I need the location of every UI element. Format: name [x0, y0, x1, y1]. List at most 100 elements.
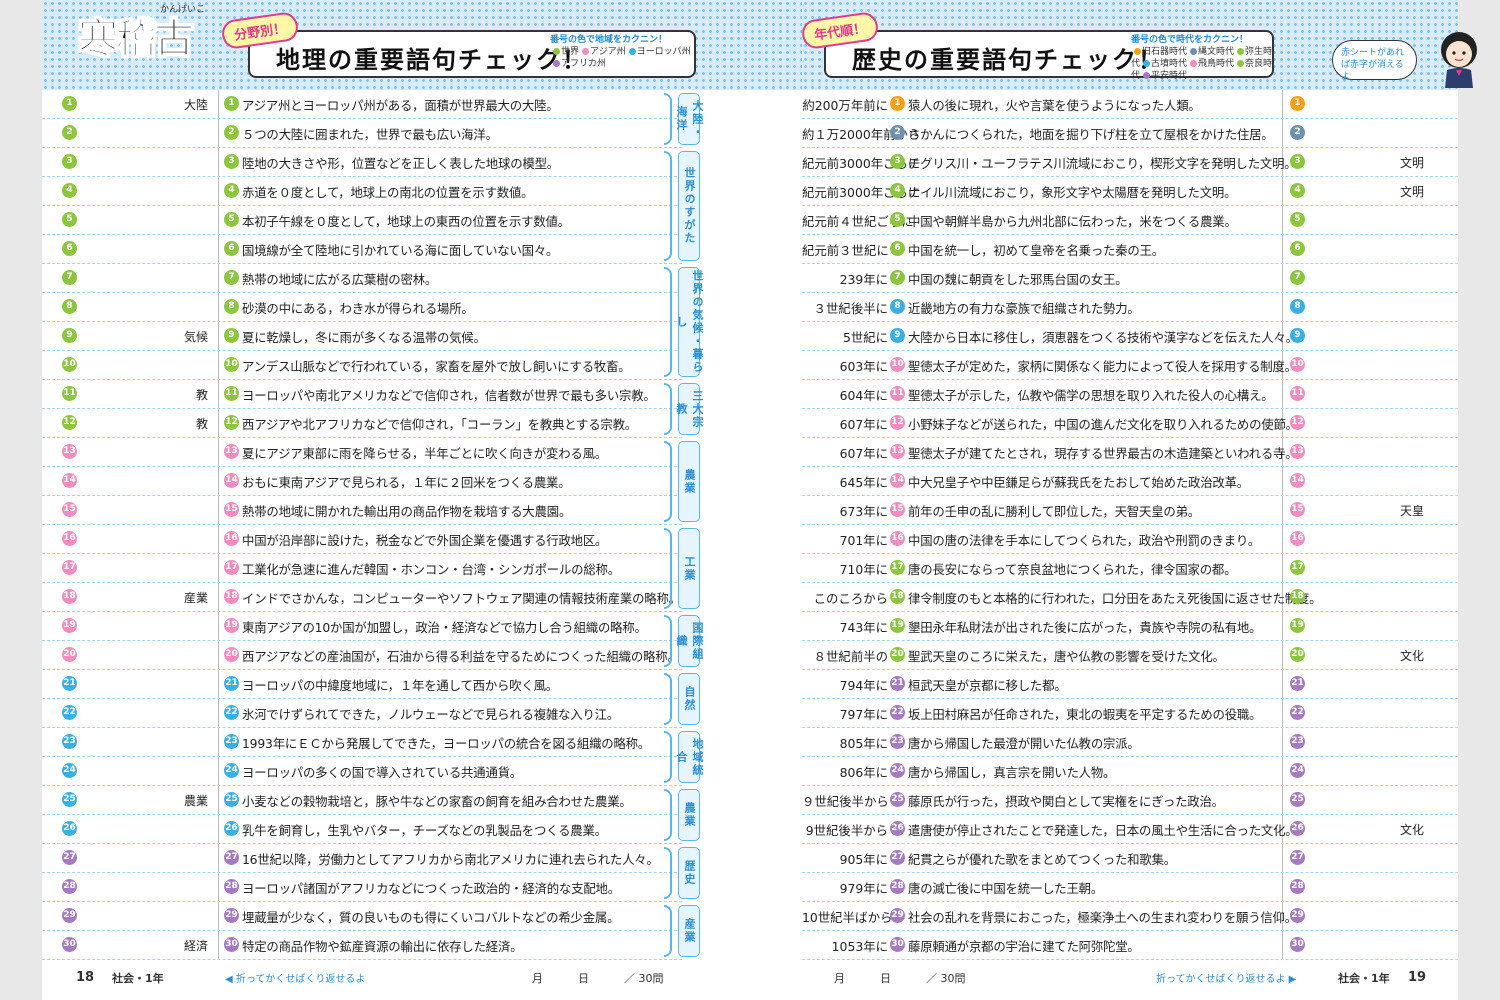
question-text: アジア州とヨーロッパ州がある，面積が世界最大の大陸。 [242, 98, 559, 113]
answer-number-badge: 22 [1290, 705, 1305, 720]
question-text: ５つの大陸に囲まれた，世界で最も広い海洋。 [242, 127, 498, 142]
answer-number-badge: 13 [62, 444, 77, 459]
history-row: 805年に 23 唐から帰国した最澄が開いた仏教の宗派。 23 [802, 728, 1458, 757]
geo-row: 26 26 乳牛を飼育し，生乳やバター，チーズなどの乳製品をつくる農業。 [42, 815, 682, 844]
answer-slot[interactable]: 農業 [138, 792, 208, 809]
question-number-badge: 30 [224, 937, 239, 952]
month-label: 月 [532, 972, 543, 985]
legend-item: 平安時代 [1140, 71, 1187, 81]
answer-number-badge: 27 [1290, 850, 1305, 865]
legend-dot [1143, 72, 1151, 79]
question-text: 本初子午線を０度として，地球上の東西の位置を示す数値。 [242, 214, 570, 229]
answer-slot[interactable]: 教 [138, 415, 208, 432]
hist-title: 歴史の重要語句チェック！ [852, 46, 1164, 74]
question-text: 埋蔵量が少なく，質の良いものも得にくいコバルトなどの希少金属。 [242, 910, 620, 925]
question-number-badge: 2 [224, 125, 239, 140]
answer-slot[interactable]: 文化 [1354, 821, 1424, 838]
geo-row: 8 8 砂漠の中にある，わき水が得られる場所。 [42, 293, 682, 322]
question-number-badge: 16 [890, 531, 905, 546]
answer-slot[interactable]: 文化 [1354, 647, 1424, 664]
legend-item: アジア州 [579, 47, 626, 57]
answer-slot[interactable]: 文明 [1354, 183, 1424, 200]
question-text: 聖徳太子が建てたとされ，現存する世界最古の木造建築といわれる寺。 [908, 446, 1298, 461]
geo-row: 21 21 ヨーロッパの中緯度地域に，１年を通して西から吹く風。 [42, 670, 682, 699]
era-text: 645年に [839, 475, 888, 490]
question-text: アンデス山脈などで行われている，家畜を屋外で放し飼いにする牧畜。 [242, 359, 631, 374]
history-row: 607年に 13 聖徳太子が建てたとされ，現存する世界最古の木造建築といわれる寺。 1… [802, 438, 1458, 467]
geo-row: 2 2 ５つの大陸に囲まれた，世界で最も広い海洋。 [42, 119, 682, 148]
history-row: 10世紀半ばから 29 社会の乱れを背景におこった，極楽浄土への生まれ変わりを願う信… [802, 902, 1458, 931]
answer-number-badge: 7 [1290, 270, 1305, 285]
geo-row: 5 5 本初子午線を０度として，地球上の東西の位置を示す数値。 [42, 206, 682, 235]
answer-slot[interactable]: 経済 [138, 937, 208, 954]
geo-row: 27 27 16世紀以降，労働力としてアフリカから南北アメリカに連れ去られた人々。 [42, 844, 682, 873]
month-label-right: 月 [834, 972, 845, 985]
answer-slot[interactable]: 文明 [1354, 154, 1424, 171]
geo-row: 18 産業 18 インドでさかんな，コンピューターやソフトウェア関連の情報技術産業の略… [42, 583, 682, 612]
answer-number-badge: 9 [1290, 328, 1305, 343]
question-number-badge: 9 [890, 328, 905, 343]
day-label: 日 [578, 972, 589, 985]
category-bracket [664, 383, 672, 435]
answer-number-badge: 10 [62, 357, 77, 372]
answer-slot[interactable]: 気候 [138, 328, 208, 345]
question-number-badge: 17 [890, 560, 905, 575]
answer-number-badge: 6 [1290, 241, 1305, 256]
answer-number-badge: 4 [1290, 183, 1305, 198]
question-number-badge: 23 [224, 734, 239, 749]
era-text: 紀元前３世紀に [802, 243, 889, 258]
question-number-badge: 28 [224, 879, 239, 894]
era-text: 673年に [839, 504, 888, 519]
legend-dot [553, 48, 560, 55]
history-row: 806年に 24 唐から帰国し，真言宗を開いた人物。 24 [802, 757, 1458, 786]
answer-slot[interactable]: 大陸 [138, 96, 208, 113]
history-row: 607年に 12 小野妹子などが送られた，中国の進んだ文化を取り入れるための使節。 1… [802, 409, 1458, 438]
history-row: 645年に 14 中大兄皇子や中臣鎌足らが蘇我氏をたおして始めた政治改革。 14 [802, 467, 1458, 496]
question-number-badge: 21 [224, 676, 239, 691]
answer-slot[interactable]: 天皇 [1354, 502, 1424, 519]
era-text: 806年に [839, 765, 888, 780]
geo-row: 30 経済 30 特定の商品作物や鉱産資源の輸出に依存した経済。 [42, 931, 682, 960]
hist-title-box: 歴史の重要語句チェック！ 番号の色で時代をカクニン！ 旧石器時代 縄文時代 弥生時代… [824, 30, 1274, 81]
legend-dot [1134, 48, 1141, 55]
geo-row: 22 22 氷河でけずられてできた，ノルウェーなどで見られる複雑な入り江。 [42, 699, 682, 728]
workbook-spread: かんげいこ 寒稽古 地理の重要語句チェック！ 番号の色で地域をカクニン！ 世界ア… [42, 0, 1477, 1000]
left-page-number: 18 [76, 970, 95, 985]
geo-row: 19 19 東南アジアの10か国が加盟し，政治・経済などで協力し合う組織の略称。 [42, 612, 682, 641]
question-text: 工業化が急速に進んだ韓国・ホンコン・台湾・シンガポールの総称。 [242, 562, 620, 577]
legend-label: 縄文時代 [1198, 47, 1235, 57]
era-text: 743年に [839, 620, 888, 635]
hist-legend: 番号の色で時代をカクニン！ 旧石器時代 縄文時代 弥生時代 古墳時代 飛鳥時代 奈良時代平… [1131, 34, 1275, 82]
answer-number-badge: 29 [62, 908, 77, 923]
answer-number-badge: 5 [62, 212, 77, 227]
question-number-badge: 27 [890, 850, 905, 865]
geo-row: 25 農業 25 小麦などの穀物栽培と，豚や牛などの家畜の飼育を組み合わせた農業。 [42, 786, 682, 815]
answer-number-badge: 15 [1290, 502, 1305, 517]
geo-row: 23 23 1993年にＥＣから発展してできた，ヨーロッパの統合を図る組織の略称。 [42, 728, 682, 757]
geo-title-box: 地理の重要語句チェック！ 番号の色で地域をカクニン！ 世界 アジア州 ヨーロッパ州ア… [248, 30, 696, 78]
answer-slot[interactable]: 産業 [138, 589, 208, 606]
era-text: 805年に [839, 736, 888, 751]
category-label: 世界の気候・暮らし [675, 267, 704, 377]
category-bracket [664, 93, 672, 145]
era-text: このころから [813, 591, 888, 606]
geo-legend-title: 番号の色で地域をカクニン！ [550, 35, 668, 45]
era-text: 603年に [839, 359, 888, 374]
question-number-badge: 12 [224, 415, 239, 430]
era-text: 607年に [839, 417, 888, 432]
answer-number-badge: 29 [1290, 908, 1305, 923]
question-number-badge: 6 [224, 241, 239, 256]
answer-slot[interactable]: 教 [138, 386, 208, 403]
answer-number-badge: 24 [1290, 763, 1305, 778]
history-row: 743年に 19 墾田永年私財法が出された後に広がった，貴族や寺院の私有地。 19 [802, 612, 1458, 641]
question-number-badge: 10 [224, 357, 239, 372]
question-number-badge: 29 [224, 908, 239, 923]
category-bracket [664, 151, 672, 261]
question-number-badge: 1 [224, 96, 239, 111]
category-label: 工業 [678, 528, 700, 609]
question-text: 夏に乾燥し，冬に雨が多くなる温帯の気候。 [242, 330, 486, 345]
legend-dot [1190, 60, 1198, 67]
question-number-badge: 8 [890, 299, 905, 314]
question-number-badge: 13 [224, 444, 239, 459]
answer-number-badge: 21 [1290, 676, 1305, 691]
